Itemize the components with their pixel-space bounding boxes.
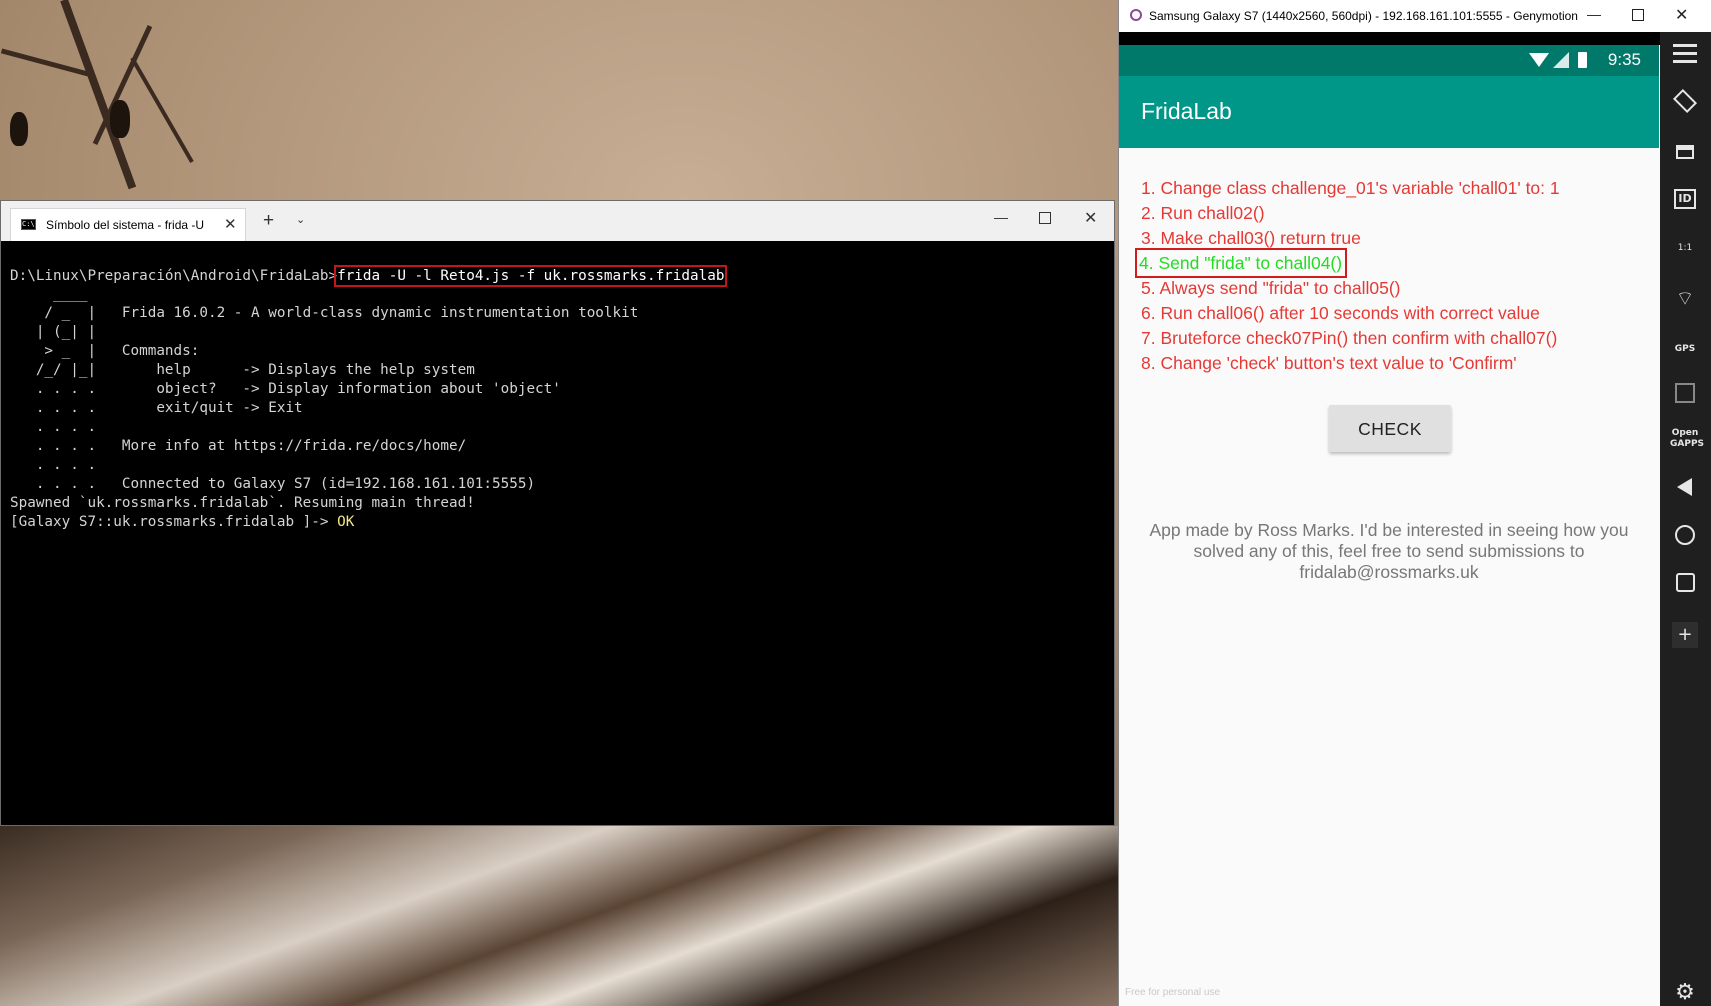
watermark: Free for personal use xyxy=(1125,987,1221,998)
terminal-line: / _ | Frida 16.0.2 - A world-class dynam… xyxy=(10,305,639,321)
battery-icon xyxy=(1578,52,1587,68)
status-time: 9:35 xyxy=(1607,50,1641,69)
app-title: FridaLab xyxy=(1141,98,1232,124)
terminal-titlebar: C:\ Símbolo del sistema - frida -U ✕ + ⌄… xyxy=(1,201,1114,241)
check-button[interactable]: CHECK xyxy=(1329,405,1451,452)
terminal-line: . . . . object? -> Display information a… xyxy=(10,381,561,397)
settings-icon[interactable]: ⚙ xyxy=(1672,980,1698,1006)
tab-close-icon[interactable]: ✕ xyxy=(224,215,237,233)
credits-text: App made by Ross Marks. I'd be intereste… xyxy=(1149,520,1629,582)
recent-apps-icon[interactable] xyxy=(1672,570,1698,596)
terminal-line: . . . . Connected to Galaxy S7 (id=192.1… xyxy=(10,476,536,492)
terminal-output[interactable]: D:\Linux\Preparación\Android\FridaLab>fr… xyxy=(1,241,1114,825)
home-icon[interactable] xyxy=(1672,522,1698,548)
app-bar: FridaLab xyxy=(1119,76,1659,148)
cmd-icon: C:\ xyxy=(21,219,36,230)
genymotion-titlebar: Samsung Galaxy S7 (1440x2560, 560dpi) - … xyxy=(1119,0,1711,32)
challenge-item: 3. Make chall03() return true xyxy=(1141,228,1361,248)
maximize-icon[interactable] xyxy=(1039,212,1051,224)
genymotion-logo-icon xyxy=(1130,9,1142,21)
challenge-item-completed: 4. Send "frida" to chall04() xyxy=(1134,248,1348,278)
genymotion-window: Samsung Galaxy S7 (1440x2560, 560dpi) - … xyxy=(1119,0,1711,1006)
minimize-icon[interactable]: — xyxy=(1587,6,1601,22)
challenge-list: 1. Change class challenge_01's variable … xyxy=(1134,176,1560,376)
device-top-bezel xyxy=(1119,32,1660,45)
repl-prompt: [Galaxy S7::uk.rossmarks.fridalab ]-> xyxy=(10,514,338,530)
challenge-item: 5. Always send "frida" to chall05() xyxy=(1141,278,1401,298)
cell-signal-icon xyxy=(1553,52,1569,68)
repl-line: [Galaxy S7::uk.rossmarks.fridalab ]-> OK xyxy=(10,513,354,532)
capture-icon[interactable] xyxy=(1672,139,1698,165)
challenge-item: 2. Run chall02() xyxy=(1141,203,1265,223)
challenge-item: 1. Change class challenge_01's variable … xyxy=(1141,178,1560,198)
terminal-line: > _ | Commands: xyxy=(10,343,200,359)
repl-output: OK xyxy=(337,514,355,530)
android-status-bar: 9:35 xyxy=(1119,45,1659,76)
add-icon[interactable]: + xyxy=(1672,622,1698,648)
maximize-icon[interactable] xyxy=(1632,9,1644,21)
new-tab-icon[interactable]: + xyxy=(263,210,274,232)
media-icon[interactable] xyxy=(1672,380,1698,406)
terminal-tab[interactable]: C:\ Símbolo del sistema - frida -U ✕ xyxy=(10,208,246,241)
terminal-line: Spawned `uk.rossmarks.fridalab`. Resumin… xyxy=(10,495,475,511)
challenge-item: 8. Change 'check' button's text value to… xyxy=(1141,353,1517,373)
terminal-line: . . . . More info at https://frida.re/do… xyxy=(10,438,467,454)
terminal-line: . . . . exit/quit -> Exit xyxy=(10,400,303,416)
challenge-item: 7. Bruteforce check07Pin() then confirm … xyxy=(1141,328,1558,348)
command-line: D:\Linux\Preparación\Android\FridaLab>fr… xyxy=(10,265,728,287)
close-icon[interactable]: ✕ xyxy=(1084,208,1097,228)
terminal-window: C:\ Símbolo del sistema - frida -U ✕ + ⌄… xyxy=(0,200,1115,826)
pixel-perfect-icon[interactable]: 1:1 xyxy=(1672,235,1698,261)
terminal-line: /_/ |_| help -> Displays the help system xyxy=(10,362,475,378)
wifi-icon xyxy=(1529,53,1549,67)
menu-icon[interactable] xyxy=(1672,40,1698,66)
terminal-line: ____ xyxy=(10,286,88,302)
shell-prompt: D:\Linux\Preparación\Android\FridaLab> xyxy=(10,268,338,284)
cast-icon[interactable]: ⌔ xyxy=(1672,285,1698,311)
opengapps-icon[interactable]: Open GAPPS xyxy=(1670,428,1704,454)
frida-command: frida -U -l Reto4.js -f uk.rossmarks.fri… xyxy=(334,265,728,287)
rotate-icon[interactable] xyxy=(1672,88,1698,114)
device-id-label: ID xyxy=(1674,189,1696,209)
minimize-icon[interactable]: — xyxy=(994,209,1008,225)
terminal-tab-title: Símbolo del sistema - frida -U xyxy=(46,218,205,232)
back-icon[interactable] xyxy=(1672,474,1698,500)
tab-dropdown-icon[interactable]: ⌄ xyxy=(296,213,305,226)
genymotion-window-title: Samsung Galaxy S7 (1440x2560, 560dpi) - … xyxy=(1149,9,1578,23)
device-id-icon[interactable]: ID xyxy=(1672,187,1698,213)
terminal-line: | (_| | xyxy=(10,324,97,340)
challenge-item: 6. Run chall06() after 10 seconds with c… xyxy=(1141,303,1540,323)
genymotion-toolbar: ID 1:1 ⌔ GPS Open GAPPS + ⚙ xyxy=(1660,32,1711,1006)
terminal-line: . . . . xyxy=(10,419,97,435)
gps-icon[interactable]: GPS xyxy=(1672,332,1698,358)
close-icon[interactable]: ✕ xyxy=(1675,5,1688,25)
terminal-line: . . . . xyxy=(10,457,97,473)
